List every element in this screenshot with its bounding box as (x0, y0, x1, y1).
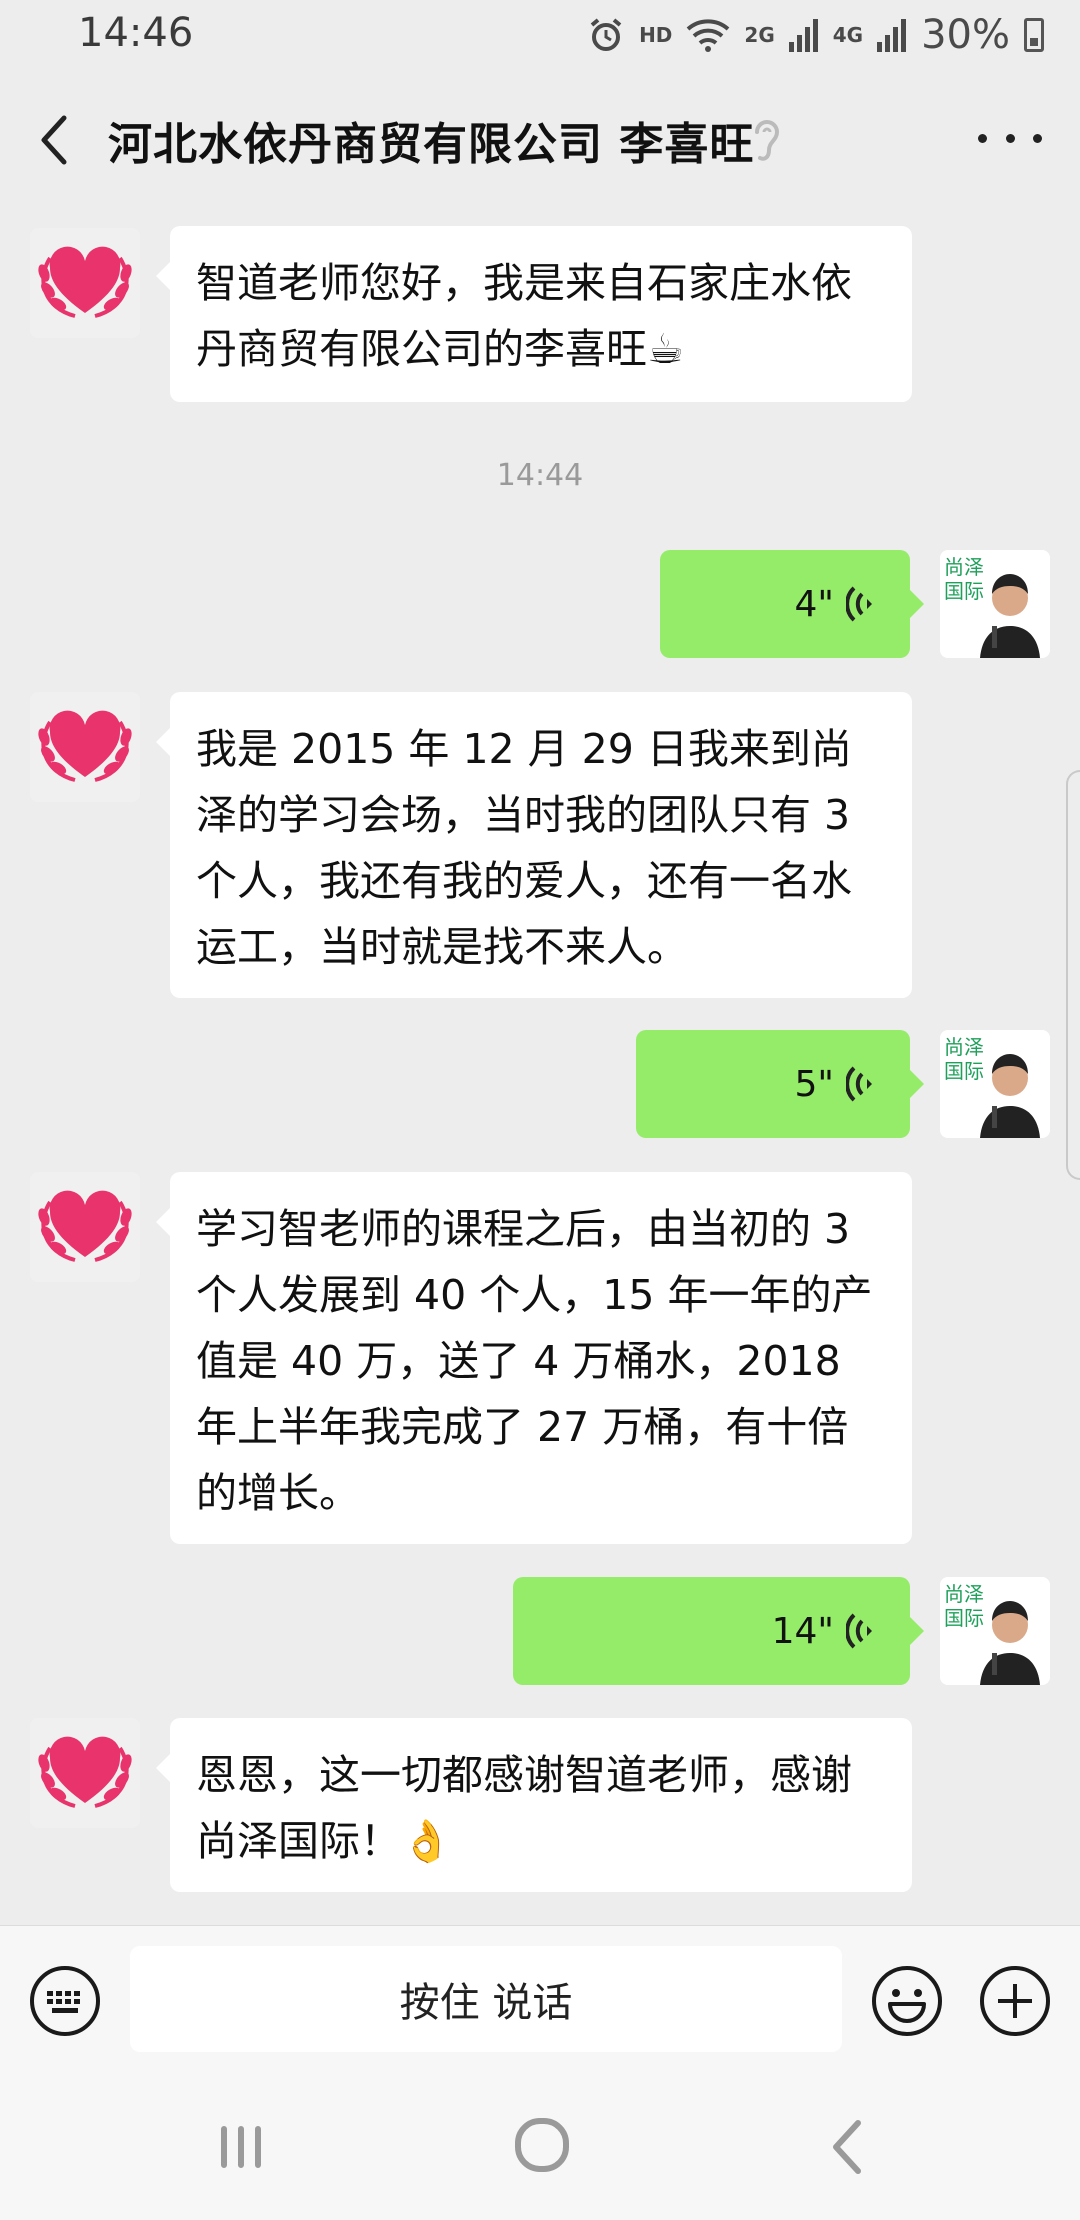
svg-text:国际: 国际 (944, 1059, 984, 1083)
received-message[interactable]: 智道老师您好，我是来自石家庄水依丹商贸有限公司的李喜旺☕ (156, 226, 912, 402)
status-time: 14:46 (78, 10, 194, 56)
hd-label: HD (639, 23, 673, 47)
chat-input-bar: 按住 说话 (0, 1925, 1080, 2056)
back-nav-icon[interactable] (824, 2117, 868, 2177)
voice-message[interactable]: 5" (636, 1030, 924, 1138)
emoji-button[interactable] (870, 1964, 944, 2038)
heart-wreath-icon (38, 710, 132, 782)
received-message[interactable]: 我是 2015 年 12 月 29 日我来到尚泽的学习会场，当时我的团队只有 3… (156, 692, 912, 998)
network-2g-label: 2G (744, 23, 775, 47)
chat-title: 河北水依丹商贸有限公司 李喜旺 (108, 119, 755, 170)
voice-duration: 14" (771, 1610, 834, 1652)
svg-text:尚泽: 尚泽 (944, 555, 984, 579)
scroll-indicator[interactable] (1066, 770, 1080, 1180)
heart-wreath-icon (38, 1736, 132, 1808)
my-avatar[interactable]: 尚泽 国际 (940, 1577, 1050, 1685)
keyboard-button[interactable] (28, 1964, 102, 2038)
voice-message[interactable]: 4" (660, 550, 924, 658)
system-navigation-bar (0, 2055, 1080, 2220)
voice-icon (846, 1613, 872, 1649)
chat-header: 河北水依丹商贸有限公司 李喜旺 (0, 70, 1080, 206)
back-button[interactable] (30, 110, 82, 170)
contact-avatar[interactable] (30, 1172, 140, 1282)
voice-duration: 4" (794, 583, 834, 625)
battery-percent: 30% (921, 12, 1010, 58)
signal-icon (877, 19, 907, 52)
voice-icon (846, 586, 872, 622)
battery-icon (1024, 18, 1044, 52)
status-icons: HD 2G 4G 30% (587, 10, 1044, 60)
recent-apps-icon[interactable] (216, 2123, 266, 2171)
voice-icon (846, 1066, 872, 1102)
received-message[interactable]: 学习智老师的课程之后，由当初的 3 个人发展到 40 个人，15 年一年的产值是… (156, 1172, 912, 1544)
alarm-icon (590, 18, 622, 51)
contact-avatar[interactable] (30, 1718, 140, 1828)
more-options-button[interactable] (978, 118, 1042, 158)
contact-avatar[interactable] (30, 692, 140, 802)
message-timestamp: 14:44 (496, 458, 584, 493)
my-avatar[interactable]: 尚泽 国际 (940, 550, 1050, 658)
svg-text:尚泽: 尚泽 (944, 1582, 984, 1606)
svg-text:国际: 国际 (944, 1606, 984, 1630)
voice-message[interactable]: 14" (513, 1577, 924, 1685)
hold-to-talk-button[interactable]: 按住 说话 (130, 1946, 842, 2052)
voice-duration: 5" (794, 1063, 834, 1105)
my-avatar[interactable]: 尚泽 国际 (940, 1030, 1050, 1138)
status-bar: 14:46 HD 2G 4G 30% (0, 0, 1080, 70)
plus-button[interactable] (978, 1964, 1052, 2038)
earpiece-mode-icon (755, 120, 780, 161)
received-message[interactable]: 恩恩，这一切都感谢智道老师，感谢尚泽国际！👌 (156, 1718, 912, 1892)
wifi-icon (687, 19, 730, 52)
svg-text:尚泽: 尚泽 (944, 1035, 984, 1059)
heart-wreath-icon (38, 1190, 132, 1262)
home-icon[interactable] (514, 2117, 570, 2173)
signal-icon (788, 19, 818, 52)
contact-avatar[interactable] (30, 228, 140, 338)
svg-text:国际: 国际 (944, 579, 984, 603)
network-4g-label: 4G (832, 23, 864, 47)
heart-wreath-icon (38, 246, 132, 318)
